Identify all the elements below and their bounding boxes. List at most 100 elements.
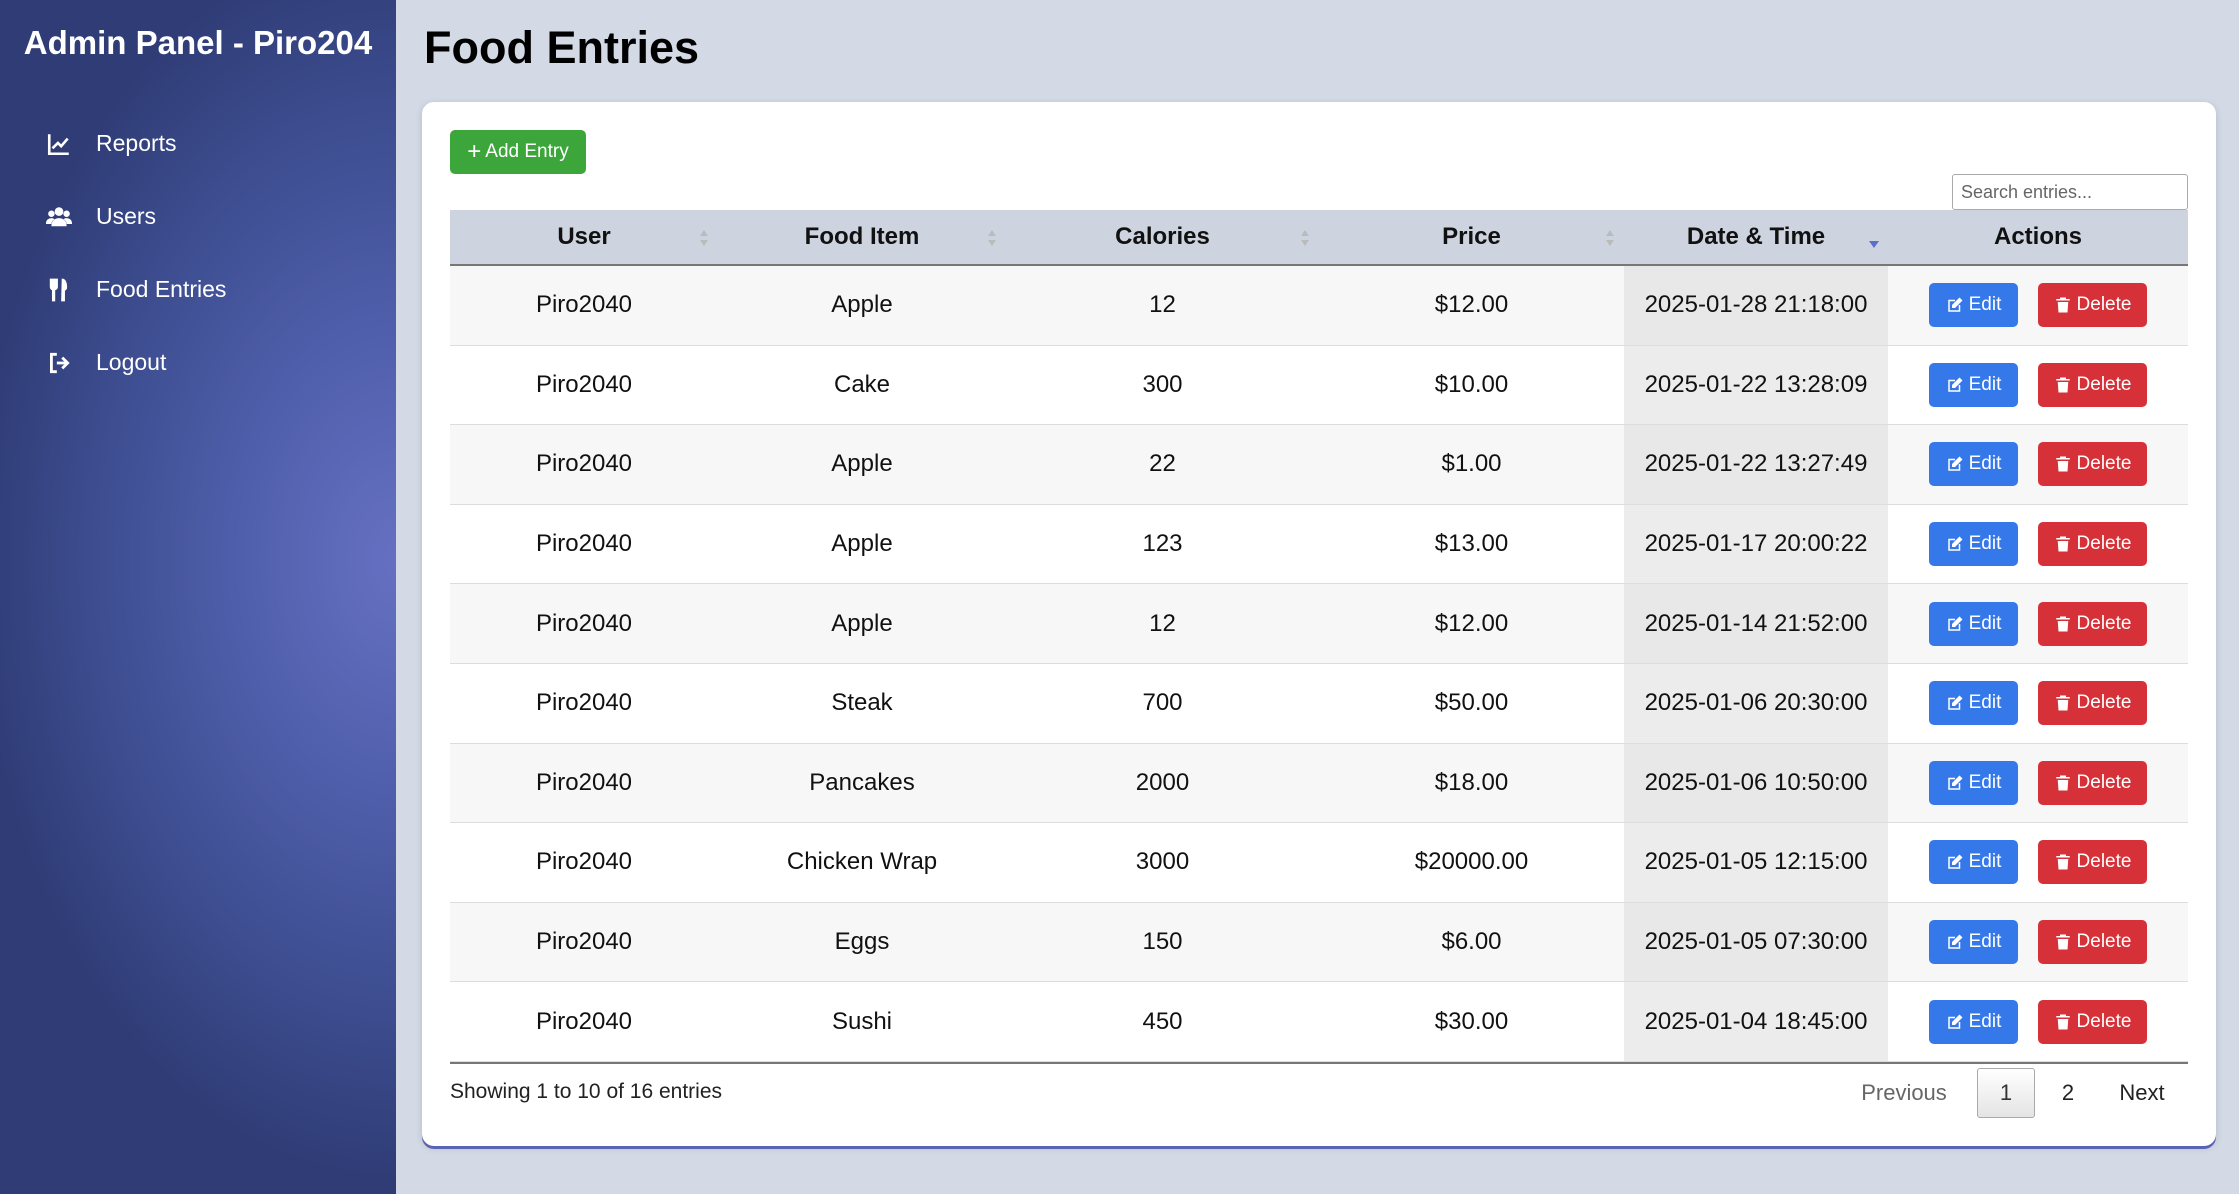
column-header-label: Actions <box>1993 223 2082 250</box>
cell-price: $1.00 <box>1441 450 1502 478</box>
edit-button[interactable]: Edit <box>1929 601 2018 646</box>
delete-label: Delete <box>2076 533 2132 555</box>
pagination-page-1[interactable]: 1 <box>1977 1068 2035 1118</box>
delete-button[interactable]: Delete <box>2038 681 2147 726</box>
edit-button[interactable]: Edit <box>1929 442 2018 487</box>
cell-date-time: 2025-01-28 21:18:00 <box>1624 266 1888 345</box>
cell-date-time: 2025-01-06 20:30:00 <box>1624 663 1888 743</box>
delete-label: Delete <box>2076 1010 2132 1032</box>
cell-price: $30.00 <box>1434 1007 1509 1035</box>
column-header-price[interactable]: Price <box>1319 210 1624 264</box>
cell-food-item: Steak <box>831 689 893 717</box>
pagination-previous[interactable]: Previous <box>1854 1068 1954 1118</box>
table-row: Piro2040 Sushi 450 $30.00 2025-01-04 18:… <box>450 982 2188 1062</box>
cell-food-item: Eggs <box>834 928 890 956</box>
column-header-date-time[interactable]: Date & Time <box>1624 210 1888 264</box>
cell-date-time: 2025-01-22 13:28:09 <box>1624 345 1888 425</box>
table-body: Piro2040 Apple 12 $12.00 2025-01-28 21:1… <box>450 266 2188 1062</box>
table-bottom-border <box>450 1062 2188 1064</box>
delete-label: Delete <box>2076 851 2132 873</box>
column-header-calories[interactable]: Calories <box>1006 210 1319 264</box>
entries-table: User Food Item Calories Price Date & Tim… <box>450 210 2188 1062</box>
cell-price: $50.00 <box>1434 689 1509 717</box>
edit-label: Edit <box>1968 373 2002 395</box>
sort-both-icon <box>698 224 710 252</box>
edit-label: Edit <box>1968 453 2002 475</box>
column-header-food-item[interactable]: Food Item <box>718 210 1006 264</box>
delete-button[interactable]: Delete <box>2038 760 2147 805</box>
edit-label: Edit <box>1968 533 2002 555</box>
trash-icon <box>2054 774 2072 792</box>
delete-button[interactable]: Delete <box>2038 999 2147 1044</box>
pagination-page-2[interactable]: 2 <box>2048 1068 2088 1118</box>
table-row: Piro2040 Steak 700 $50.00 2025-01-06 20:… <box>450 663 2188 744</box>
edit-icon <box>1946 376 1964 394</box>
cell-date-time: 2025-01-04 18:45:00 <box>1624 982 1888 1061</box>
cell-food-item: Chicken Wrap <box>786 848 938 876</box>
sidebar-item-logout[interactable]: Logout <box>0 326 396 399</box>
cell-price: $6.00 <box>1441 928 1502 956</box>
edit-icon <box>1946 694 1964 712</box>
cell-date-time: 2025-01-14 21:52:00 <box>1624 584 1888 663</box>
sign-out-icon <box>46 350 72 376</box>
edit-button[interactable]: Edit <box>1929 840 2018 885</box>
edit-button[interactable]: Edit <box>1929 283 2018 328</box>
edit-icon <box>1946 933 1964 951</box>
cell-food-item: Apple <box>831 530 893 558</box>
cell-calories: 150 <box>1142 928 1183 956</box>
cell-date-time: 2025-01-06 10:50:00 <box>1624 743 1888 823</box>
cell-user: Piro2040 <box>535 1007 633 1035</box>
edit-label: Edit <box>1968 771 2002 793</box>
sidebar-item-users[interactable]: Users <box>0 180 396 253</box>
delete-button[interactable]: Delete <box>2038 442 2147 487</box>
cell-price: $12.00 <box>1434 291 1509 319</box>
pagination-next[interactable]: Next <box>2106 1068 2178 1118</box>
delete-button[interactable]: Delete <box>2038 920 2147 965</box>
search-input[interactable] <box>1952 174 2188 210</box>
cell-calories: 12 <box>1149 291 1176 319</box>
edit-button[interactable]: Edit <box>1929 760 2018 805</box>
chart-line-icon <box>46 131 72 157</box>
sort-both-icon <box>1299 224 1311 252</box>
cell-calories: 3000 <box>1135 848 1190 876</box>
column-header-user[interactable]: User <box>450 210 718 264</box>
cell-food-item: Cake <box>833 370 891 398</box>
cell-price: $12.00 <box>1434 609 1509 637</box>
delete-label: Delete <box>2076 692 2132 714</box>
delete-label: Delete <box>2076 931 2132 953</box>
delete-button[interactable]: Delete <box>2038 601 2147 646</box>
delete-button[interactable]: Delete <box>2038 283 2147 328</box>
cell-price: $13.00 <box>1434 530 1509 558</box>
sidebar-title: Admin Panel - Piro204 <box>23 24 373 61</box>
sidebar-item-reports[interactable]: Reports <box>0 107 396 180</box>
table-row: Piro2040 Eggs 150 $6.00 2025-01-05 07:30… <box>450 902 2188 983</box>
cell-actions: Edit Delete <box>1888 505 2188 584</box>
cell-calories: 300 <box>1142 370 1183 398</box>
add-entry-button[interactable]: + Add Entry <box>450 130 586 174</box>
cell-actions: Edit Delete <box>1888 346 2188 425</box>
cell-actions: Edit Delete <box>1888 425 2188 504</box>
cell-calories: 450 <box>1142 1007 1183 1035</box>
edit-button[interactable]: Edit <box>1929 681 2018 726</box>
edit-button[interactable]: Edit <box>1929 522 2018 567</box>
trash-icon <box>2054 296 2072 314</box>
delete-button[interactable]: Delete <box>2038 522 2147 567</box>
delete-button[interactable]: Delete <box>2038 362 2147 407</box>
cell-actions: Edit Delete <box>1888 584 2188 663</box>
cell-calories: 22 <box>1149 450 1176 478</box>
cell-actions: Edit Delete <box>1888 823 2188 902</box>
edit-button[interactable]: Edit <box>1929 362 2018 407</box>
cell-user: Piro2040 <box>535 530 633 558</box>
edit-button[interactable]: Edit <box>1929 920 2018 965</box>
trash-icon <box>2054 1013 2072 1031</box>
table-row: Piro2040 Apple 12 $12.00 2025-01-28 21:1… <box>450 266 2188 346</box>
sidebar-item-food-entries[interactable]: Food Entries <box>0 253 396 326</box>
edit-label: Edit <box>1968 612 2002 634</box>
column-header-actions: Actions <box>1888 210 2188 264</box>
edit-button[interactable]: Edit <box>1929 999 2018 1044</box>
sidebar: Admin Panel - Piro204 Reports Users Food… <box>0 0 396 1194</box>
cell-date-time: 2025-01-22 13:27:49 <box>1624 425 1888 504</box>
delete-button[interactable]: Delete <box>2038 840 2147 885</box>
table-row: Piro2040 Chicken Wrap 3000 $20000.00 202… <box>450 823 2188 903</box>
cell-user: Piro2040 <box>535 848 633 876</box>
